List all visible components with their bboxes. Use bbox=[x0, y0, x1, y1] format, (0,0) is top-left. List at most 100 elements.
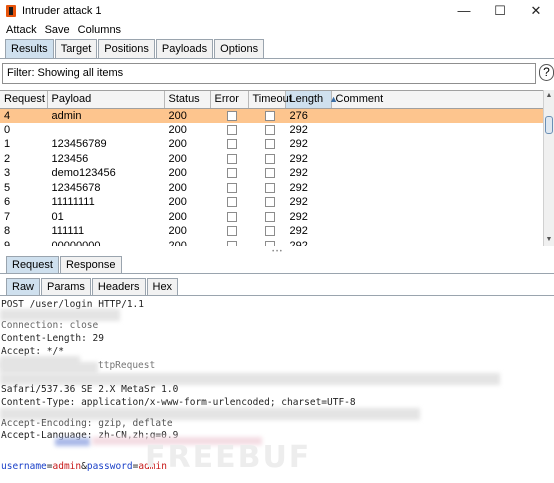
tab-headers[interactable]: Headers bbox=[91, 278, 146, 296]
cell-request: 9 bbox=[4, 239, 11, 246]
cell-timeout bbox=[248, 152, 285, 167]
tab-raw[interactable]: Raw bbox=[6, 278, 41, 296]
table-row[interactable]: 1 123456789 200 292 bbox=[0, 137, 543, 152]
menu-save[interactable]: Save bbox=[45, 24, 70, 36]
timeout-checkbox bbox=[264, 139, 275, 150]
table-row[interactable]: 2 123456 200 292 bbox=[0, 152, 543, 167]
cell-status: 200 bbox=[168, 138, 187, 151]
tab-response[interactable]: Response bbox=[59, 256, 122, 274]
error-checkbox bbox=[226, 124, 237, 135]
cell-timeout bbox=[248, 166, 285, 181]
cell-payload: admin bbox=[47, 108, 164, 123]
param-value-username: admin bbox=[52, 461, 82, 472]
column-length[interactable]: Length ▲ bbox=[285, 91, 338, 109]
tab-request[interactable]: Request bbox=[6, 256, 59, 274]
tab-params[interactable]: Params bbox=[41, 278, 91, 296]
cell-comment bbox=[331, 137, 543, 152]
table-row[interactable]: 0 200 292 bbox=[0, 123, 543, 138]
cell-comment bbox=[331, 239, 543, 247]
column-length-label: Length bbox=[289, 93, 324, 106]
filter-bar[interactable]: Filter: Showing all items bbox=[2, 63, 536, 84]
cell-payload: 12345678 bbox=[51, 181, 101, 194]
table-row[interactable]: 8 111111 200 292 bbox=[0, 224, 543, 239]
timeout-checkbox bbox=[264, 110, 275, 121]
table-row[interactable]: 5 12345678 200 292 bbox=[0, 181, 543, 196]
scroll-down-icon[interactable]: ▼ bbox=[544, 234, 554, 246]
cell-length: 292 bbox=[289, 196, 308, 209]
cell-comment bbox=[331, 166, 543, 181]
table-scrollbar[interactable]: ▲ ▼ bbox=[543, 90, 554, 246]
column-timeout[interactable]: Timeout bbox=[248, 91, 292, 109]
cell-error bbox=[210, 166, 248, 181]
pane-splitter[interactable]: • • • bbox=[0, 249, 554, 255]
cell-request: 5 bbox=[4, 181, 11, 194]
cell-status: 200 bbox=[168, 181, 187, 194]
cell-request: 7 bbox=[4, 210, 11, 223]
watermark-text: FREEBUF bbox=[145, 440, 312, 475]
cell-status: 200 bbox=[168, 152, 187, 165]
cell-comment bbox=[331, 181, 543, 196]
main-tabs: Results Target Positions Payloads Option… bbox=[0, 39, 265, 59]
tab-results[interactable]: Results bbox=[5, 39, 54, 59]
cell-payload: 123456789 bbox=[51, 138, 107, 151]
cell-timeout bbox=[248, 239, 285, 246]
menu-attack[interactable]: Attack bbox=[6, 24, 37, 36]
scroll-thumb[interactable] bbox=[545, 116, 553, 134]
column-error[interactable]: Error bbox=[210, 91, 249, 109]
timeout-checkbox bbox=[264, 240, 275, 246]
table-row[interactable]: 7 01 200 292 bbox=[0, 210, 543, 225]
table-row[interactable]: 9 00000000 200 292 bbox=[0, 239, 543, 247]
table-row[interactable]: 3 demo123456 200 292 bbox=[0, 166, 543, 181]
tab-divider bbox=[0, 58, 554, 59]
close-button[interactable]: ✕ bbox=[518, 0, 554, 22]
table-row[interactable]: 6 11111111 200 292 bbox=[0, 195, 543, 210]
table-row[interactable]: 4 admin 200 276 bbox=[0, 108, 543, 123]
tab-payloads[interactable]: Payloads bbox=[155, 39, 214, 59]
column-status[interactable]: Status bbox=[164, 91, 211, 109]
cell-status: 200 bbox=[164, 108, 210, 123]
redacted-cookie bbox=[55, 438, 90, 446]
cell-status: 200 bbox=[168, 225, 187, 238]
detail-tabs: Request Response bbox=[0, 256, 123, 274]
cell-payload: 111111 bbox=[51, 225, 85, 238]
cell-status: 200 bbox=[168, 167, 187, 180]
cell-length: 292 bbox=[289, 123, 308, 136]
tab-options[interactable]: Options bbox=[214, 39, 265, 59]
column-request[interactable]: Request bbox=[0, 91, 48, 109]
cell-timeout bbox=[248, 195, 285, 210]
error-checkbox bbox=[226, 197, 237, 208]
minimize-button[interactable]: — bbox=[446, 0, 482, 22]
cell-comment bbox=[331, 108, 543, 123]
window-title: Intruder attack 1 bbox=[22, 5, 102, 17]
header-user-agent-tail: Safari/537.36 SE 2.X MetaSr 1.0 bbox=[1, 384, 179, 395]
help-icon[interactable]: ? bbox=[539, 64, 554, 81]
cell-payload: 11111111 bbox=[51, 196, 95, 209]
cell-length: 292 bbox=[289, 181, 308, 194]
cell-length: 292 bbox=[289, 152, 308, 165]
header-x-requested-with: ttpRequest bbox=[98, 360, 156, 371]
menu-columns[interactable]: Columns bbox=[78, 24, 121, 36]
cell-status: 200 bbox=[168, 239, 187, 246]
cell-comment bbox=[331, 224, 543, 239]
cell-timeout bbox=[248, 224, 285, 239]
cell-request: 0 bbox=[4, 123, 11, 136]
error-checkbox bbox=[226, 110, 237, 121]
column-comment[interactable]: Comment bbox=[331, 91, 543, 109]
tab-target[interactable]: Target bbox=[54, 39, 98, 59]
cell-request: 2 bbox=[4, 152, 11, 165]
param-name-password: password bbox=[86, 461, 133, 472]
tab-positions[interactable]: Positions bbox=[98, 39, 155, 59]
cell-comment bbox=[331, 152, 543, 167]
cell-payload: demo123456 bbox=[51, 167, 116, 180]
cell-error bbox=[210, 210, 248, 225]
tab-hex[interactable]: Hex bbox=[146, 278, 179, 296]
menu-bar: Attack Save Columns bbox=[0, 22, 554, 38]
column-payload[interactable]: Payload bbox=[47, 91, 165, 109]
maximize-button[interactable]: ☐ bbox=[482, 0, 518, 22]
results-table: Request Payload Status Error Timeout Len… bbox=[0, 90, 543, 246]
cell-request: 8 bbox=[4, 225, 11, 238]
cell-length: 276 bbox=[285, 108, 331, 123]
scroll-up-icon[interactable]: ▲ bbox=[544, 90, 554, 102]
error-checkbox bbox=[226, 139, 237, 150]
table-header: Request Payload Status Error Timeout Len… bbox=[0, 91, 543, 109]
